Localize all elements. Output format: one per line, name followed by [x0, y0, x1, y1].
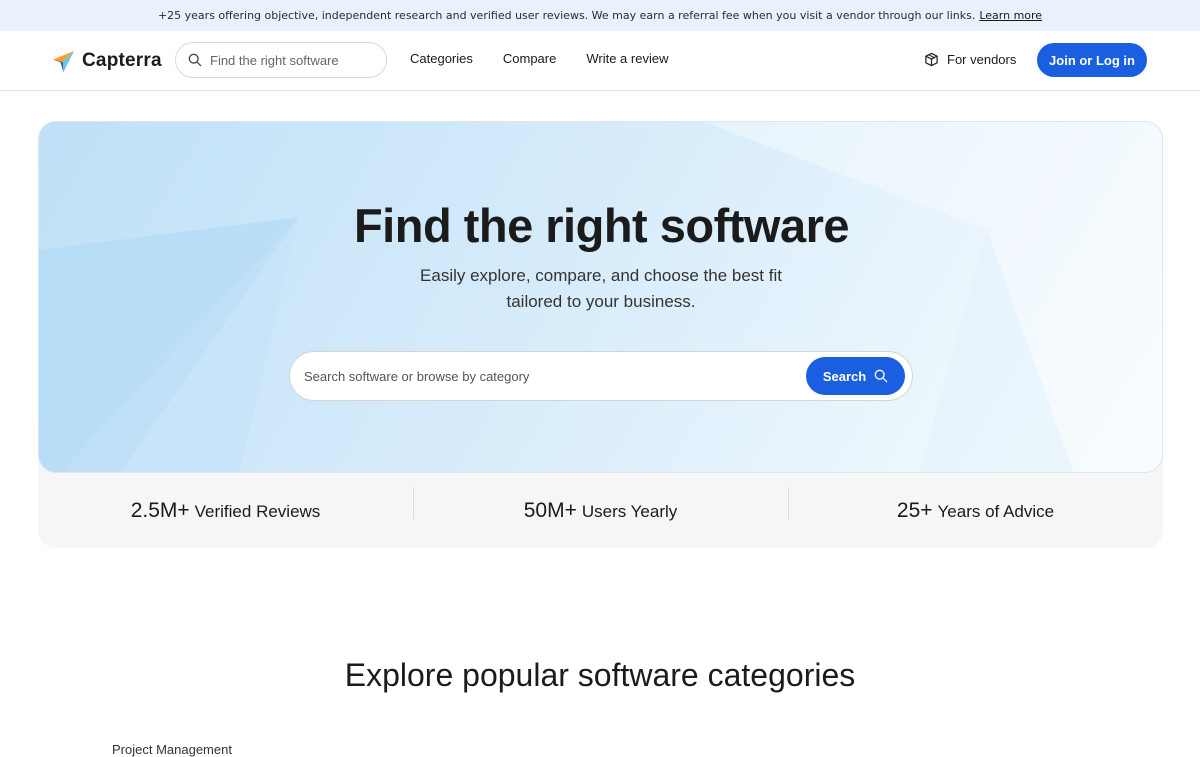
nav-categories[interactable]: Categories	[410, 51, 473, 66]
stat-years: 25+ Years of Advice	[788, 486, 1163, 523]
header-search-input[interactable]	[210, 52, 370, 68]
search-icon	[188, 53, 202, 67]
capterra-logo[interactable]: Capterra	[52, 48, 162, 74]
hero-section: Find the right software Easily explore, …	[38, 121, 1163, 548]
categories-heading: Explore popular software categories	[344, 657, 856, 693]
site-header: Capterra Categories Compare Write a revi…	[0, 31, 1200, 91]
hero-subtitle-line-1: Easily explore, compare, and choose the …	[420, 266, 782, 285]
stat-label: Users Yearly	[581, 501, 678, 521]
stat-label: Verified Reviews	[194, 501, 321, 521]
learn-more-link[interactable]: Learn more	[979, 9, 1042, 22]
main-nav: Categories Compare Write a review	[410, 51, 698, 66]
banner-text: +25 years offering objective, independen…	[157, 9, 976, 22]
hero-search-button[interactable]: Search	[806, 357, 905, 395]
hero-search-button-label: Search	[822, 368, 867, 384]
header-search[interactable]	[175, 42, 387, 78]
search-icon	[874, 369, 888, 383]
info-banner: +25 years offering objective, independen…	[0, 0, 1200, 31]
stat-users: 50M+ Users Yearly	[413, 486, 788, 523]
hero-subtitle-line-2: tailored to your business.	[506, 292, 696, 311]
stat-value: 25+	[896, 498, 933, 522]
nav-write-review[interactable]: Write a review	[586, 51, 668, 66]
hero-search-bar[interactable]: Search	[289, 351, 913, 401]
hero-search-input[interactable]	[304, 368, 784, 384]
logo-text: Capterra	[82, 50, 162, 71]
for-vendors-link[interactable]: For vendors	[924, 52, 1016, 67]
capterra-logo-icon	[52, 50, 75, 72]
stat-value: 2.5M+	[130, 498, 190, 522]
stats-bar: 2.5M+ Verified Reviews 50M+ Users Yearly 2…	[38, 473, 1163, 548]
for-vendors-label: For vendors	[947, 52, 1017, 67]
stat-value: 50M+	[523, 498, 577, 522]
hero-banner: Find the right software Easily explore, …	[38, 121, 1163, 473]
hero-subtitle: Easily explore, compare, and choose the …	[351, 263, 851, 315]
cube-icon	[925, 52, 938, 67]
stat-label: Years of Advice	[937, 501, 1055, 521]
stat-reviews: 2.5M+ Verified Reviews	[38, 499, 413, 523]
hero-title: Find the right software	[353, 199, 850, 252]
join-login-button[interactable]: Join or Log in	[1037, 43, 1147, 77]
nav-compare[interactable]: Compare	[503, 51, 556, 66]
